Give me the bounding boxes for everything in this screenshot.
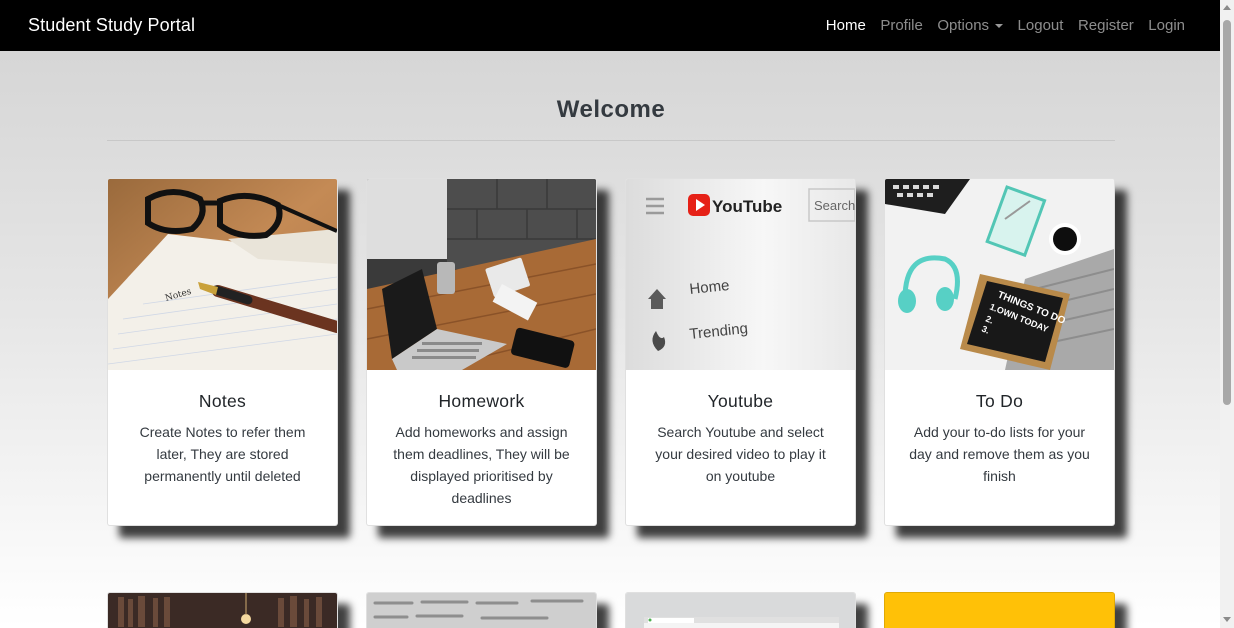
nav-links: Home Profile Options Logout Register Log… <box>811 17 1185 34</box>
card-title: Notes <box>198 391 247 411</box>
todo-image: THINGS TO DO 1.OWN TODAY 2. 3. <box>885 179 1114 370</box>
card-description: Add your to-do lists for your day and re… <box>909 424 1090 484</box>
library-card[interactable] <box>107 592 338 628</box>
vertical-scrollbar[interactable] <box>1220 0 1234 628</box>
top-navbar: Student Study Portal Home Profile Option… <box>0 0 1220 51</box>
youtube-card[interactable]: YouTube Search Home Trending Youtube Sea… <box>625 178 856 526</box>
scroll-down-arrow-icon[interactable] <box>1223 617 1231 622</box>
scrollbar-thumb[interactable] <box>1223 20 1231 405</box>
yellow-card[interactable] <box>884 592 1115 628</box>
homework-image <box>367 179 596 370</box>
card-title: Youtube <box>707 391 774 411</box>
homework-card[interactable]: Homework Add homeworks and assign them d… <box>366 178 597 526</box>
brand-title[interactable]: Student Study Portal <box>28 15 195 36</box>
yellow-image <box>885 593 1114 628</box>
page-title: Welcome <box>556 96 666 123</box>
chevron-down-icon <box>995 23 1004 28</box>
nav-options-label: Options <box>937 17 990 34</box>
card-description: Add homeworks and assign them deadlines,… <box>393 424 570 506</box>
main-content: Welcome Notes Notes Create Notes to refe… <box>0 51 1220 628</box>
todo-card[interactable]: THINGS TO DO 1.OWN TODAY 2. 3. To Do Add… <box>884 178 1115 526</box>
divider <box>107 140 1115 141</box>
browser-image <box>626 593 855 628</box>
nav-profile-link[interactable]: Profile <box>880 17 923 34</box>
youtube-image: YouTube Search Home Trending <box>626 179 855 370</box>
nav-register-link[interactable]: Register <box>1078 17 1134 34</box>
card-description: Search Youtube and select your desired v… <box>655 424 826 484</box>
dictionary-card[interactable] <box>366 592 597 628</box>
browser-card[interactable] <box>625 592 856 628</box>
nav-logout-link[interactable]: Logout <box>1018 17 1064 34</box>
notes-card[interactable]: Notes Notes Create Notes to refer them l… <box>107 178 338 526</box>
library-image <box>108 593 337 628</box>
dictionary-image <box>367 593 596 628</box>
nav-login-link[interactable]: Login <box>1148 17 1185 34</box>
youtube-logo-text: YouTube <box>712 197 782 216</box>
youtube-search-text: Search <box>814 198 855 213</box>
card-title: To Do <box>975 391 1024 411</box>
card-description: Create Notes to refer them later, They a… <box>139 424 306 484</box>
nav-options-dropdown[interactable]: Options <box>937 17 1004 34</box>
nav-home-link[interactable]: Home <box>826 17 866 34</box>
notes-image: Notes <box>108 179 337 370</box>
scroll-up-arrow-icon[interactable] <box>1223 5 1231 10</box>
card-title: Homework <box>438 391 525 411</box>
